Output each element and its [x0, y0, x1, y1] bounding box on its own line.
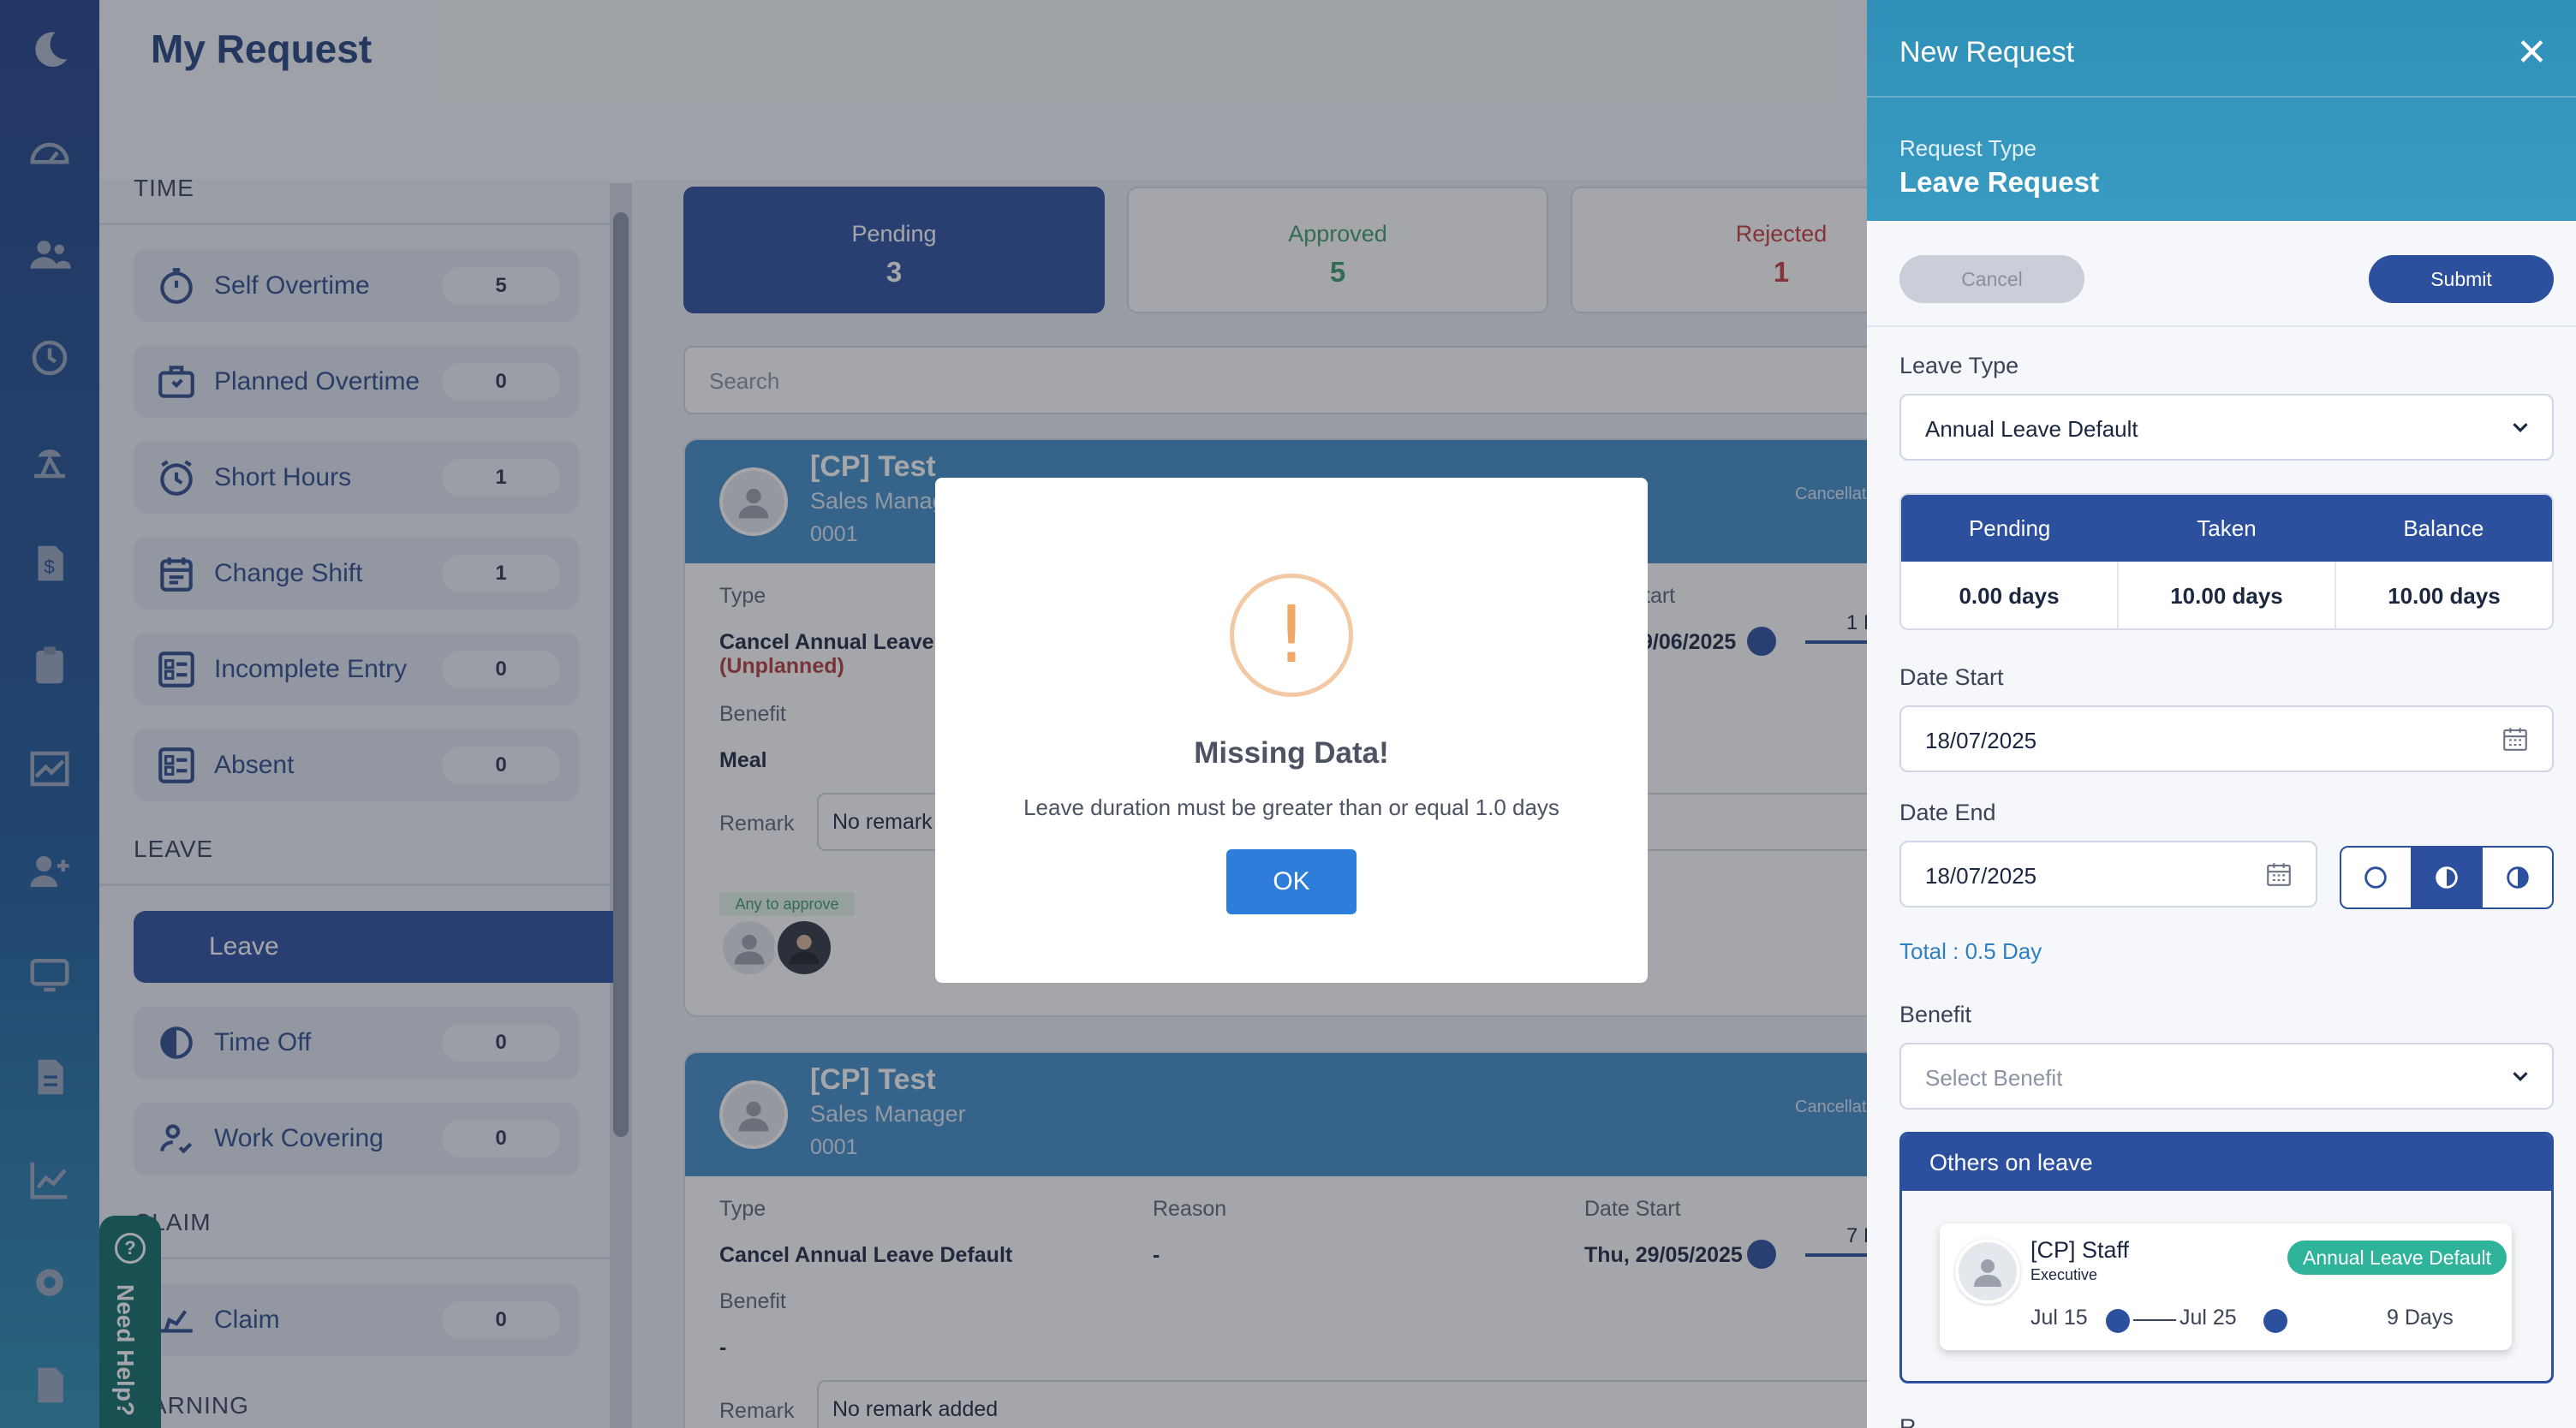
- next-field-label: R: [1899, 1414, 1917, 1428]
- warning-glyph: !: [1275, 589, 1308, 681]
- first-half-icon: [2436, 866, 2458, 889]
- date-start-label: Date Start: [1899, 664, 2004, 690]
- leave-days: 9 Days: [2387, 1306, 2454, 1330]
- full-day-circle-icon: [2364, 866, 2388, 889]
- balance-header-balance: Balance: [2403, 515, 2484, 541]
- balance-header-taken: Taken: [2197, 515, 2257, 541]
- close-icon[interactable]: ✕: [2516, 31, 2548, 74]
- request-type-label: Request Type: [1899, 135, 2036, 161]
- benefit-select[interactable]: Select Benefit: [1899, 1043, 2554, 1110]
- leave-from: Jul 15: [2030, 1306, 2088, 1330]
- date-end-label: Date End: [1899, 800, 1996, 825]
- missing-data-dialog: ! Missing Data! Leave duration must be g…: [935, 478, 1648, 983]
- request-type-value: Leave Request: [1899, 166, 2099, 198]
- colleague-leave-card[interactable]: [CP] Staff Executive Annual Leave Defaul…: [1940, 1223, 2512, 1350]
- others-on-leave-title: Others on leave: [1902, 1134, 2551, 1191]
- balance-header-pending: Pending: [1968, 515, 2051, 541]
- panel-title: New Request: [1899, 36, 2075, 68]
- new-request-panel: New Request ✕ Request Type Leave Request…: [1867, 0, 2576, 1428]
- avatar: [1955, 1239, 2020, 1304]
- timeline-dot: [2263, 1309, 2287, 1333]
- colleague-role: Executive: [2030, 1266, 2098, 1283]
- date-end-field[interactable]: 18/07/2025: [1899, 841, 2317, 907]
- date-start-value: 18/07/2025: [1925, 728, 2037, 753]
- leave-balance-table: Pending Taken Balance 0.00 days 10.00 da…: [1899, 493, 2554, 630]
- timeline-arrow: [2133, 1319, 2176, 1321]
- benefit-placeholder: Select Benefit: [1925, 1065, 2063, 1091]
- warning-icon: !: [1230, 574, 1353, 697]
- balance-value-row: 0.00 days 10.00 days 10.00 days: [1901, 562, 2552, 628]
- colleague-name: [CP] Staff: [2030, 1237, 2130, 1263]
- second-half-option[interactable]: [2483, 848, 2552, 907]
- date-start-field[interactable]: 18/07/2025: [1899, 705, 2554, 772]
- balance-header-row: Pending Taken Balance: [1901, 495, 2552, 562]
- full-day-option[interactable]: [2341, 848, 2412, 907]
- others-on-leave: Others on leave [CP] Staff Executive Ann…: [1899, 1132, 2554, 1383]
- calendar-icon[interactable]: [2501, 724, 2530, 753]
- first-half-option[interactable]: [2412, 848, 2484, 907]
- panel-header-divider: [1867, 96, 2576, 98]
- chevron-down-icon: [2513, 423, 2528, 432]
- leave-type-badge: Annual Leave Default: [2287, 1241, 2507, 1275]
- dialog-title: Missing Data!: [1194, 736, 1389, 770]
- ok-button[interactable]: OK: [1226, 849, 1357, 914]
- submit-button[interactable]: Submit: [2369, 255, 2554, 303]
- cancel-button[interactable]: Cancel: [1899, 255, 2084, 303]
- dialog-message: Leave duration must be greater than or e…: [1023, 794, 1559, 820]
- leave-type-label: Leave Type: [1899, 353, 2019, 378]
- leave-to: Jul 25: [2179, 1306, 2237, 1330]
- panel-divider: [1867, 325, 2576, 327]
- balance-taken-value: 10.00 days: [2119, 562, 2336, 628]
- leave-type-select[interactable]: Annual Leave Default: [1899, 394, 2554, 461]
- second-half-icon: [2506, 866, 2529, 889]
- leave-type-value: Annual Leave Default: [1925, 416, 2138, 442]
- calendar-icon[interactable]: [2264, 860, 2293, 889]
- total-days: Total : 0.5 Day: [1899, 938, 2042, 964]
- timeline-dot: [2106, 1309, 2130, 1333]
- balance-pending-value: 0.00 days: [1901, 562, 2119, 628]
- date-end-value: 18/07/2025: [1925, 863, 2037, 889]
- balance-balance-value: 10.00 days: [2388, 582, 2501, 609]
- chevron-down-icon: [2513, 1072, 2528, 1081]
- benefit-label: Benefit: [1899, 1002, 1972, 1027]
- day-portion-selector: [2340, 846, 2554, 909]
